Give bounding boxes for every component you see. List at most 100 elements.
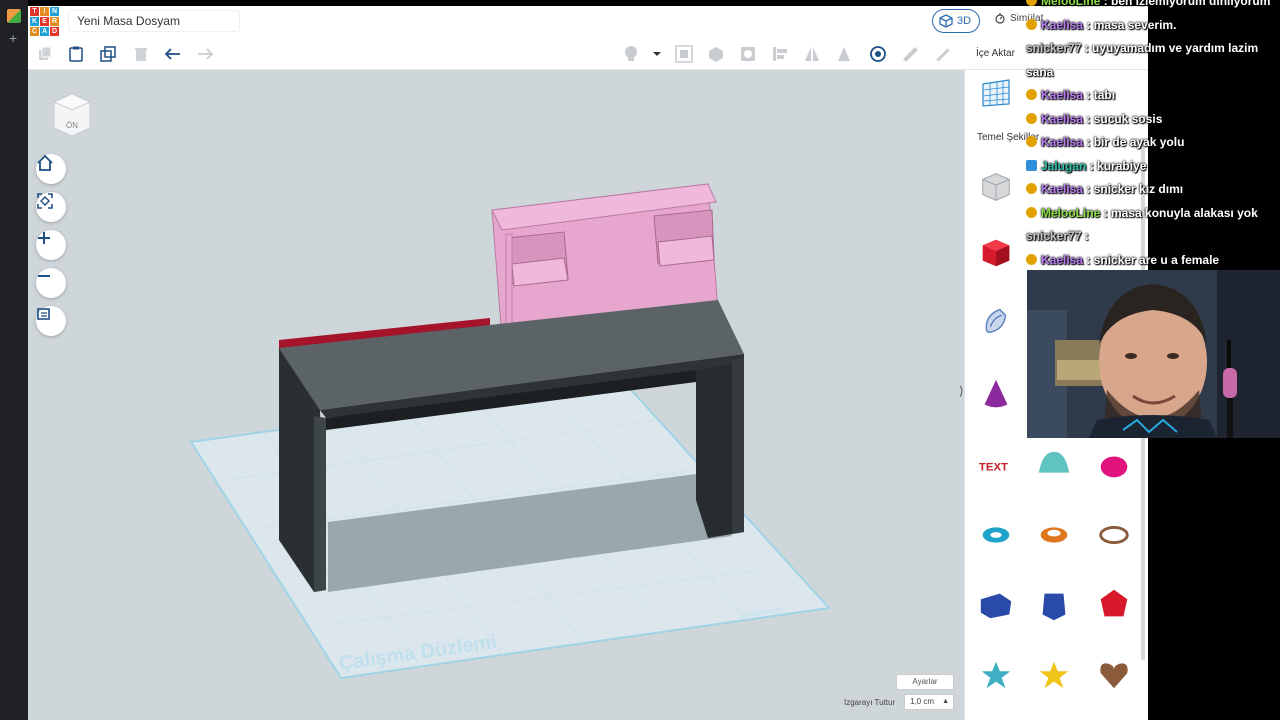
logo-letter: K (30, 17, 39, 26)
3d-viewport[interactable]: Çalışma Düzlemi Centimeters ÖN Ayarlar I… (28, 70, 964, 720)
shape-ring-icon[interactable] (1095, 516, 1133, 554)
duplicate-icon[interactable] (99, 45, 117, 63)
os-taskbar: + (0, 0, 28, 720)
chat-text: : kurabiye (1086, 158, 1147, 173)
chat-username: Jalugan (1041, 158, 1087, 173)
group-icon[interactable] (675, 45, 693, 63)
chat-badge-icon (1026, 159, 1037, 171)
tinkercad-window: TINKERCAD Yeni Masa Dosyam 3D Simülat İç… (28, 6, 1148, 720)
settings-button[interactable]: Ayarlar (896, 674, 954, 690)
tinkercad-logo[interactable]: TIN KER CAD (30, 7, 59, 36)
chat-username: MelooLine (1041, 0, 1101, 8)
chat-badge-icon (1026, 0, 1037, 6)
chat-message: Kaelisa : masa severim. (1026, 18, 1176, 32)
ungroup-icon[interactable] (707, 45, 725, 63)
fit-view-icon (37, 193, 53, 209)
import-button[interactable]: İçe Aktar (976, 48, 1015, 59)
align-icon[interactable] (771, 45, 789, 63)
screen: + TINKERCAD Yeni Masa Dosyam 3D Simülat (0, 0, 1280, 720)
chat-message: snicker77 : uyuyamadım ve yardım lazim (1026, 41, 1258, 55)
mirror-icon[interactable] (803, 45, 821, 63)
chat-message: Jalugan : kurabiye (1026, 159, 1146, 173)
chat-username: Kaelisa (1041, 252, 1084, 267)
chat-username: snicker77 (1026, 41, 1082, 55)
undo-icon[interactable] (164, 45, 182, 63)
tinkercad-tab-icon[interactable] (7, 9, 21, 23)
snap-grid-value: 1,0 cm (910, 697, 935, 706)
snap-grid-select[interactable]: 1,0 cm ▲ (904, 694, 954, 710)
chat-badge-icon (1026, 183, 1037, 194)
chevron-down-icon[interactable] (648, 45, 666, 63)
logo-letter: D (50, 27, 59, 36)
chat-text: sana (1026, 64, 1054, 79)
chat-username: Kaelisa (1041, 111, 1084, 126)
home-view-button[interactable] (36, 154, 66, 184)
notes-icon[interactable] (933, 45, 951, 63)
chat-overlay: MelooLine : ben izlemiyorum dinliyorum Ka… (1026, 0, 1280, 272)
chat-message: snicker77 : (1026, 229, 1089, 243)
chat-message: Kaelisa : snicker are u a female (1026, 253, 1219, 267)
view-3d-button[interactable]: 3D (932, 9, 980, 33)
chat-username: MelooLine (1041, 205, 1101, 220)
chat-text: : uyuyamadım ve yardım lazim (1081, 41, 1259, 55)
collapse-panel-icon[interactable]: ⟩ (959, 384, 964, 398)
perspective-toggle-button[interactable] (36, 306, 66, 336)
shape-box-icon[interactable] (977, 234, 1015, 272)
chevron-down-icon: ▲ (942, 698, 949, 705)
shape-polyhedron-icon[interactable] (1095, 586, 1133, 624)
project-name-field[interactable]: Yeni Masa Dosyam (68, 10, 240, 32)
webcam-overlay (1027, 270, 1280, 438)
view-cube[interactable]: ÖN (50, 92, 94, 138)
shape-wedge-box-icon[interactable] (977, 586, 1015, 624)
snap-grid-label: Izgarayı Tuttur (844, 698, 896, 707)
shape-text-icon[interactable]: TEXT (977, 446, 1015, 484)
hole-icon[interactable] (739, 45, 757, 63)
zoom-in-button[interactable] (36, 230, 66, 260)
redo-icon[interactable] (196, 45, 214, 63)
fit-view-button[interactable] (36, 192, 66, 222)
shape-heart-icon[interactable] (1095, 656, 1133, 694)
scene: Çalışma Düzlemi Centimeters (189, 183, 832, 680)
minus-icon (38, 275, 50, 277)
paste-icon[interactable] (67, 45, 85, 63)
view-3d-label: 3D (957, 15, 972, 27)
chat-message: MelooLine : masa konuyla alakası yok (1026, 206, 1258, 220)
chat-text: : masa severim. (1083, 17, 1177, 32)
cruise-icon[interactable] (835, 45, 853, 63)
chat-badge-icon (1026, 136, 1037, 147)
chat-username: Kaelisa (1041, 88, 1084, 102)
chat-message: Kaelisa : snicker kız dımı (1026, 182, 1183, 196)
new-tab-icon[interactable]: + (9, 30, 17, 46)
chat-text: : bir de ayak yolu (1083, 135, 1185, 149)
chat-message: MelooLine : ben izlemiyorum dinliyorum (1026, 0, 1270, 8)
workplane-tool-icon[interactable] (977, 74, 1015, 112)
chat-username: Kaelisa (1041, 135, 1084, 149)
shape-star-yellow-icon[interactable] (1035, 656, 1073, 694)
shape-half-sphere-icon[interactable] (1035, 446, 1073, 484)
workplane-icon[interactable] (869, 45, 887, 63)
lightbulb-icon[interactable] (622, 45, 640, 63)
chat-message: Kaelisa : sucuk sosis (1026, 112, 1162, 126)
ruler-icon[interactable] (901, 45, 919, 63)
chat-badge-icon (1026, 112, 1037, 124)
copy-icon[interactable] (36, 45, 54, 63)
shape-hexagonal-prism-icon[interactable] (1035, 586, 1073, 624)
logo-letter: T (30, 7, 39, 16)
delete-icon[interactable] (132, 45, 150, 63)
logo-letter: E (40, 17, 49, 26)
shape-paraboloid-icon[interactable] (1095, 446, 1133, 484)
shape-star-icon[interactable] (977, 656, 1015, 694)
shape-cone-icon[interactable] (977, 376, 1015, 414)
chat-text: : ben izlemiyorum dinliyorum (1100, 0, 1271, 8)
home-icon (37, 154, 53, 171)
zoom-out-button[interactable] (36, 268, 66, 298)
shape-box-hole-icon[interactable] (977, 168, 1015, 206)
chat-text: : masa konuyla alakası yok (1100, 205, 1258, 220)
shape-tube-icon[interactable] (1035, 516, 1073, 554)
logo-letter: N (50, 7, 59, 16)
shape-scribble-icon[interactable] (977, 302, 1015, 340)
chat-badge-icon (1026, 253, 1037, 265)
plus-icon (38, 232, 50, 244)
chat-message: sana (1026, 65, 1053, 79)
shape-torus-icon[interactable] (977, 516, 1015, 554)
